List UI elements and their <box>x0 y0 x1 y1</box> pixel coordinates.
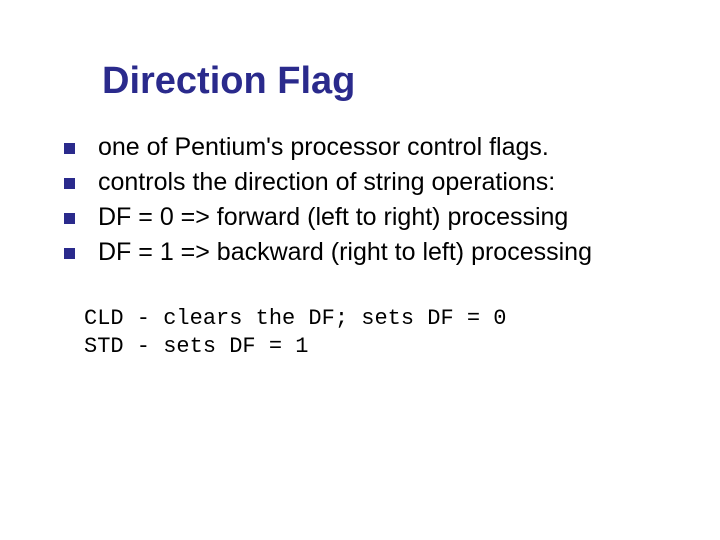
bullet-list: one of Pentium's processor control flags… <box>64 131 690 269</box>
list-item: DF = 1 => backward (right to left) proce… <box>64 236 690 269</box>
slide-title: Direction Flag <box>102 60 690 103</box>
bullet-square-icon <box>64 143 75 154</box>
bullet-text: DF = 1 => backward (right to left) proce… <box>98 238 592 266</box>
bullet-square-icon <box>64 213 75 224</box>
code-block: CLD - clears the DF; sets DF = 0 STD - s… <box>84 305 690 361</box>
bullet-text: DF = 0 => forward (left to right) proces… <box>98 203 568 231</box>
bullet-text: one of Pentium's processor control flags… <box>98 133 549 161</box>
bullet-square-icon <box>64 248 75 259</box>
list-item: controls the direction of string operati… <box>64 166 690 199</box>
bullet-square-icon <box>64 178 75 189</box>
list-item: DF = 0 => forward (left to right) proces… <box>64 201 690 234</box>
slide: Direction Flag one of Pentium's processo… <box>0 0 720 540</box>
list-item: one of Pentium's processor control flags… <box>64 131 690 164</box>
bullet-text: controls the direction of string operati… <box>98 168 555 196</box>
